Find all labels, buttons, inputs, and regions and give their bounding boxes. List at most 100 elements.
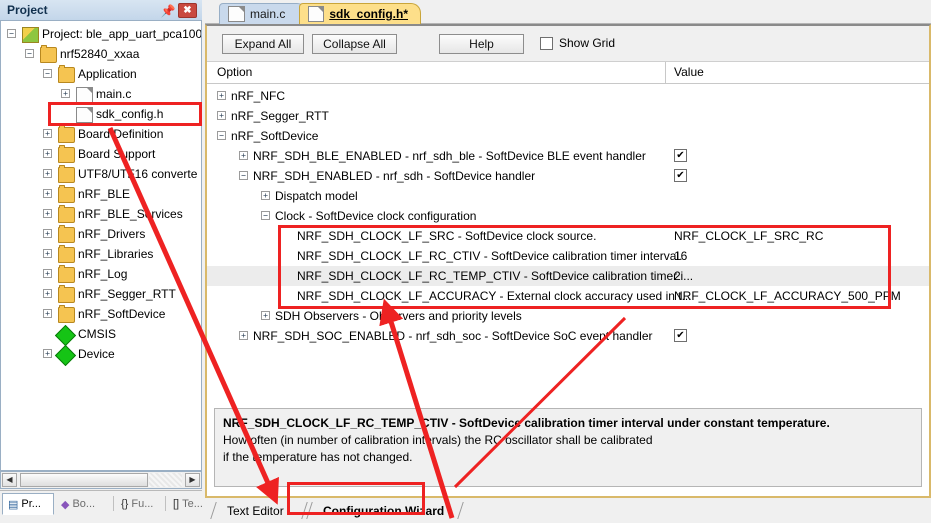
help-button[interactable]: Help bbox=[439, 34, 524, 54]
expand-icon[interactable]: + bbox=[217, 91, 226, 100]
config-value-text[interactable]: 16 bbox=[674, 246, 687, 266]
folder-icon bbox=[58, 165, 75, 183]
expand-icon[interactable]: + bbox=[43, 269, 52, 278]
panel-tab-label: Fu... bbox=[131, 498, 154, 510]
config-row[interactable]: + nRF_NFC bbox=[207, 86, 929, 106]
collapse-icon[interactable]: − bbox=[239, 171, 248, 180]
tree-item-utf8-utf16-converte[interactable]: + UTF8/UTF16 converte bbox=[1, 164, 201, 184]
tree-item-nrf-segger-rtt[interactable]: + nRF_Segger_RTT bbox=[1, 284, 201, 304]
project-panel-title: Project bbox=[7, 3, 48, 17]
editor-tab-mainc[interactable]: main.c bbox=[219, 3, 307, 24]
panel-tab-pr[interactable]: ▤ Pr... bbox=[2, 493, 54, 515]
collapse-icon[interactable]: − bbox=[7, 29, 16, 38]
config-row[interactable]: + Dispatch model bbox=[207, 186, 929, 206]
project-tree-hscrollbar[interactable]: ◀ ▶ bbox=[0, 471, 202, 489]
tree-item-nrf-softdevice[interactable]: + nRF_SoftDevice bbox=[1, 304, 201, 324]
expand-icon[interactable]: + bbox=[43, 309, 52, 318]
tree-item-nrf-log[interactable]: + nRF_Log bbox=[1, 264, 201, 284]
view-tab-configuration-wizard[interactable]: Configuration Wizard bbox=[306, 500, 464, 521]
pin-icon[interactable]: 📌 bbox=[160, 3, 176, 18]
tree-item-sdk-config-h[interactable]: sdk_config.h bbox=[1, 104, 201, 124]
expand-icon[interactable]: + bbox=[43, 349, 52, 358]
editor-tab-sdkconfigh[interactable]: sdk_config.h* bbox=[299, 3, 421, 24]
folder-icon bbox=[58, 265, 75, 283]
tree-item-project-ble-app-uart-pca100[interactable]: − Project: ble_app_uart_pca100 bbox=[1, 24, 201, 44]
expand-icon[interactable]: + bbox=[43, 209, 52, 218]
expand-all-button[interactable]: Expand All bbox=[222, 34, 304, 54]
tree-item-board-definition[interactable]: + Board Definition bbox=[1, 124, 201, 144]
show-grid-checkbox[interactable] bbox=[540, 36, 553, 50]
expand-icon[interactable]: + bbox=[61, 89, 70, 98]
config-row[interactable]: + nRF_Segger_RTT bbox=[207, 106, 929, 126]
tree-item-label: Application bbox=[78, 67, 137, 81]
config-row[interactable]: NRF_SDH_CLOCK_LF_ACCURACY - External clo… bbox=[207, 286, 929, 306]
config-value-checkbox[interactable]: ✔ bbox=[674, 329, 687, 342]
config-row[interactable]: − Clock - SoftDevice clock configuration bbox=[207, 206, 929, 226]
collapse-icon[interactable]: − bbox=[43, 69, 52, 78]
hscroll-track[interactable] bbox=[149, 473, 182, 487]
collapse-icon[interactable]: − bbox=[217, 131, 226, 140]
tree-item-nrf-drivers[interactable]: + nRF_Drivers bbox=[1, 224, 201, 244]
config-row[interactable]: + SDH Observers - Observers and priority … bbox=[207, 306, 929, 326]
scroll-right-icon[interactable]: ▶ bbox=[185, 473, 200, 487]
tree-item-label: nRF_Libraries bbox=[78, 247, 154, 261]
config-value-text[interactable]: 2 bbox=[674, 266, 681, 286]
expand-icon[interactable]: + bbox=[43, 149, 52, 158]
tree-item-nrf-ble[interactable]: + nRF_BLE bbox=[1, 184, 201, 204]
config-option-label: Dispatch model bbox=[275, 189, 358, 203]
panel-tab-bo[interactable]: ◆ Bo... bbox=[56, 493, 114, 515]
tree-item-label: UTF8/UTF16 converte bbox=[78, 167, 198, 181]
panel-tab-fu[interactable]: {} Fu... bbox=[116, 493, 166, 515]
config-value-checkbox[interactable]: ✔ bbox=[674, 149, 687, 162]
tree-item-application[interactable]: − Application bbox=[1, 64, 201, 84]
hscroll-thumb[interactable] bbox=[20, 473, 148, 487]
tree-item-nrf52840-xxaa[interactable]: − nrf52840_xxaa bbox=[1, 44, 201, 64]
project-tree[interactable]: − Project: ble_app_uart_pca100− nrf52840_x… bbox=[0, 21, 202, 471]
config-row[interactable]: NRF_SDH_CLOCK_LF_SRC - SoftDevice clock … bbox=[207, 226, 929, 246]
tree-item-nrf-ble-services[interactable]: + nRF_BLE_Services bbox=[1, 204, 201, 224]
wizard-toolbar: Expand All Collapse All Help Show Grid bbox=[207, 26, 929, 62]
tree-item-board-support[interactable]: + Board Support bbox=[1, 144, 201, 164]
config-row[interactable]: + NRF_SDH_BLE_ENABLED - nrf_sdh_ble - Sof… bbox=[207, 146, 929, 166]
tree-item-label: nrf52840_xxaa bbox=[60, 47, 140, 61]
config-value-checkbox[interactable]: ✔ bbox=[674, 169, 687, 182]
collapse-icon[interactable]: − bbox=[261, 211, 270, 220]
close-icon[interactable]: ✖ bbox=[178, 3, 197, 18]
tree-item-label: Project: ble_app_uart_pca100 bbox=[42, 27, 202, 41]
tab-edge bbox=[449, 502, 464, 519]
panel-tab-label: Pr... bbox=[21, 498, 41, 510]
expand-icon[interactable]: + bbox=[217, 111, 226, 120]
expand-icon[interactable]: + bbox=[43, 189, 52, 198]
config-row[interactable]: − NRF_SDH_ENABLED - nrf_sdh - SoftDevice … bbox=[207, 166, 929, 186]
tree-item-nrf-libraries[interactable]: + nRF_Libraries bbox=[1, 244, 201, 264]
view-tab-text-editor[interactable]: Text Editor bbox=[210, 500, 308, 521]
braces-icon: {} bbox=[121, 498, 129, 510]
tree-item-device[interactable]: + Device bbox=[1, 344, 201, 367]
document-icon bbox=[308, 6, 325, 22]
expand-icon[interactable]: + bbox=[43, 229, 52, 238]
expand-icon[interactable]: + bbox=[261, 311, 270, 320]
config-value-text[interactable]: NRF_CLOCK_LF_SRC_RC bbox=[674, 226, 823, 246]
tree-item-cmsis[interactable]: CMSIS bbox=[1, 324, 201, 347]
editor-area: main.c sdk_config.h* Expand All Collapse … bbox=[205, 0, 931, 523]
config-option-grid[interactable]: + nRF_NFC + nRF_Segger_RTT − nRF_SoftDevice + N… bbox=[207, 84, 929, 402]
config-option-label: NRF_SDH_CLOCK_LF_RC_CTIV - SoftDevice ca… bbox=[297, 249, 683, 263]
config-row[interactable]: NRF_SDH_CLOCK_LF_RC_CTIV - SoftDevice ca… bbox=[207, 246, 929, 266]
expand-icon[interactable]: + bbox=[261, 191, 270, 200]
config-value-text[interactable]: NRF_CLOCK_LF_ACCURACY_500_PPM bbox=[674, 286, 901, 306]
tree-item-main-c[interactable]: + main.c bbox=[1, 84, 201, 104]
expand-icon[interactable]: + bbox=[43, 169, 52, 178]
expand-icon[interactable]: + bbox=[43, 289, 52, 298]
expand-icon[interactable]: + bbox=[43, 129, 52, 138]
config-row[interactable]: NRF_SDH_CLOCK_LF_RC_TEMP_CTIV - SoftDevi… bbox=[207, 266, 929, 286]
config-row[interactable]: − nRF_SoftDevice bbox=[207, 126, 929, 146]
collapse-all-button[interactable]: Collapse All bbox=[312, 34, 397, 54]
scroll-left-icon[interactable]: ◀ bbox=[2, 473, 17, 487]
config-row[interactable]: + NRF_SDH_SOC_ENABLED - nrf_sdh_soc - Sof… bbox=[207, 326, 929, 346]
expand-icon[interactable]: + bbox=[239, 151, 248, 160]
expand-icon[interactable]: + bbox=[43, 249, 52, 258]
tree-item-label: nRF_BLE bbox=[78, 187, 131, 201]
show-grid-control[interactable]: Show Grid bbox=[540, 36, 615, 50]
collapse-icon[interactable]: − bbox=[25, 49, 34, 58]
expand-icon[interactable]: + bbox=[239, 331, 248, 340]
